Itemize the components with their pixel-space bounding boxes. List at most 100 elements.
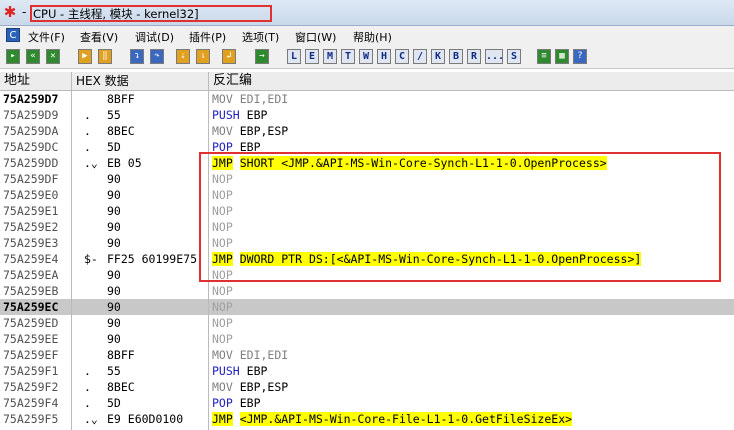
row-opcode: NOP — [212, 172, 233, 186]
row-operands: EDI,EDI — [239, 348, 289, 362]
list-icon[interactable]: ≡ — [537, 49, 551, 64]
disasm-row[interactable]: 75A259F1. 55 PUSH EBP — [0, 363, 734, 379]
row-disasm: MOV EBP,ESP — [212, 123, 288, 139]
disasm-row[interactable]: 75A259EA 90 NOP — [0, 267, 734, 283]
disasm-row[interactable]: 75A259DF 90 NOP — [0, 171, 734, 187]
row-opcode: PUSH — [212, 108, 240, 122]
row-opcode: JMP — [212, 156, 233, 170]
toolbar-memory-button[interactable]: M — [323, 49, 337, 64]
column-hex[interactable]: HEX 数据 — [72, 72, 209, 90]
row-hex: FF25 60199E75 — [107, 252, 198, 266]
toolbar-breakpoints-button[interactable]: B — [449, 49, 463, 64]
options-grid-icon[interactable]: ▦ — [555, 49, 569, 64]
disasm-row[interactable]: 75A259F4. 5D POP EBP — [0, 395, 734, 411]
disasm-row[interactable]: 75A259E4 $- FF25 60199E75 JMP DWORD PTR DS:… — [0, 251, 734, 267]
disasm-row[interactable]: 75A259EB 90 NOP — [0, 283, 734, 299]
toolbar-runtrace-button[interactable]: ... — [485, 49, 504, 64]
toolbar-windows-button[interactable]: W — [359, 49, 373, 64]
menu-plugins[interactable]: 插件(P) — [189, 29, 226, 45]
step-over-icon[interactable]: ↷ — [150, 49, 164, 64]
row-hex: 90 — [107, 284, 121, 298]
row-hex: EB 05 — [107, 156, 142, 170]
disasm-row[interactable]: 75A259EE 90 NOP — [0, 331, 734, 347]
row-address: 75A259F2 — [3, 380, 59, 394]
row-hex: 55 — [107, 108, 121, 122]
row-hex: E9 E60D0100 — [107, 412, 184, 426]
disasm-row[interactable]: 75A259DC. 5D POP EBP — [0, 139, 734, 155]
disasm-row[interactable]: 75A259EF 8BFF MOV EDI,EDI — [0, 347, 734, 363]
disasm-row[interactable]: 75A259EC 90 NOP — [0, 299, 734, 315]
row-disasm: NOP — [212, 299, 233, 315]
disasm-row[interactable]: 75A259ED 90 NOP — [0, 315, 734, 331]
disasm-row[interactable]: 75A259E0 90 NOP — [0, 187, 734, 203]
row-opcode: MOV — [212, 124, 233, 138]
row-address: 75A259E4 — [3, 252, 59, 266]
row-opcode: NOP — [212, 188, 233, 202]
row-hex: 55 — [107, 364, 121, 378]
pause-icon[interactable]: ‖ — [98, 49, 112, 64]
row-marker: $- — [84, 252, 98, 266]
restart-icon[interactable]: « — [26, 49, 40, 64]
row-address: 75A259DF — [3, 172, 59, 186]
trace-over-icon[interactable]: ⇂ — [196, 49, 210, 64]
row-marker: . — [84, 364, 91, 378]
row-address: 75A259EA — [3, 268, 59, 282]
row-operands: EBP — [239, 396, 261, 410]
disasm-row[interactable]: 75A259E1 90 NOP — [0, 203, 734, 219]
disasm-row[interactable]: 75A259F2. 8BEC MOV EBP,ESP — [0, 379, 734, 395]
toolbar-executables-button[interactable]: E — [305, 49, 319, 64]
go-to-icon[interactable]: → — [255, 49, 269, 64]
trace-into-icon[interactable]: ⇣ — [176, 49, 190, 64]
menu-window[interactable]: 窗口(W) — [295, 29, 336, 45]
menu-file[interactable]: 文件(F) — [28, 29, 65, 45]
ollydbg-bug-icon[interactable]: ✱ — [2, 4, 18, 20]
toolbar-cpu-button[interactable]: C — [395, 49, 409, 64]
row-opcode: NOP — [212, 268, 233, 282]
menu-debug[interactable]: 调试(D) — [135, 29, 174, 45]
help-icon[interactable]: ? — [573, 49, 587, 64]
row-hex: 8BFF — [107, 348, 135, 362]
toolbar-threads-button[interactable]: T — [341, 49, 355, 64]
row-opcode: POP — [212, 396, 233, 410]
row-opcode: JMP — [212, 412, 233, 426]
disasm-row[interactable]: 75A259D9. 55 PUSH EBP — [0, 107, 734, 123]
disasm-row[interactable]: 75A259E2 90 NOP — [0, 219, 734, 235]
column-disasm[interactable]: 反汇编 — [209, 72, 734, 90]
disasm-row[interactable]: 75A259E3 90 NOP — [0, 235, 734, 251]
toolbar-handles-button[interactable]: H — [377, 49, 391, 64]
toolbar-references-button[interactable]: R — [467, 49, 481, 64]
toolbar-callstack-button[interactable]: K — [431, 49, 445, 64]
row-operands: SHORT <JMP.&API-MS-Win-Core-Synch-L1-1-0… — [239, 156, 607, 170]
step-into-icon[interactable]: ↴ — [130, 49, 144, 64]
toolbar-source-button[interactable]: S — [507, 49, 521, 64]
disassembly-list[interactable]: 75A259D7 8BFF MOV EDI,EDI 75A259D9. 55 PUSH E… — [0, 91, 734, 430]
row-operands: EBP — [239, 140, 261, 154]
column-divider — [71, 91, 72, 430]
row-opcode: POP — [212, 140, 233, 154]
menu-view[interactable]: 查看(V) — [80, 29, 118, 45]
open-icon[interactable]: ▸ — [6, 49, 20, 64]
menu-help[interactable]: 帮助(H) — [353, 29, 392, 45]
row-opcode: NOP — [212, 284, 233, 298]
row-disasm: NOP — [212, 267, 233, 283]
row-address: 75A259EF — [3, 348, 59, 362]
toolbar-patches-button[interactable]: / — [413, 49, 427, 64]
disasm-row[interactable]: 75A259D7 8BFF MOV EDI,EDI — [0, 91, 734, 107]
column-header: 地址 HEX 数据 反汇编 — [0, 72, 734, 91]
row-opcode: MOV — [212, 380, 233, 394]
row-hex: 90 — [107, 316, 121, 330]
row-disasm: POP EBP — [212, 395, 261, 411]
disasm-row[interactable]: 75A259DD .⌄ EB 05 JMP SHORT <JMP.&API-MS-Wi… — [0, 155, 734, 171]
run-icon[interactable]: ▶ — [78, 49, 92, 64]
disasm-row[interactable]: 75A259F5 .⌄ E9 E60D0100 JMP <JMP.&API-MS-Wi… — [0, 411, 734, 427]
disasm-row[interactable]: 75A259DA. 8BEC MOV EBP,ESP — [0, 123, 734, 139]
row-hex: 90 — [107, 268, 121, 282]
column-addr[interactable]: 地址 — [0, 72, 72, 90]
menu-options[interactable]: 选项(T) — [242, 29, 279, 45]
row-hex: 5D — [107, 396, 121, 410]
execute-till-return-icon[interactable]: ↲ — [222, 49, 236, 64]
close-process-icon[interactable]: ✕ — [46, 49, 60, 64]
toolbar-log-button[interactable]: L — [287, 49, 301, 64]
cpu-window-icon[interactable]: C — [6, 28, 20, 42]
row-address: 75A259F4 — [3, 396, 59, 410]
